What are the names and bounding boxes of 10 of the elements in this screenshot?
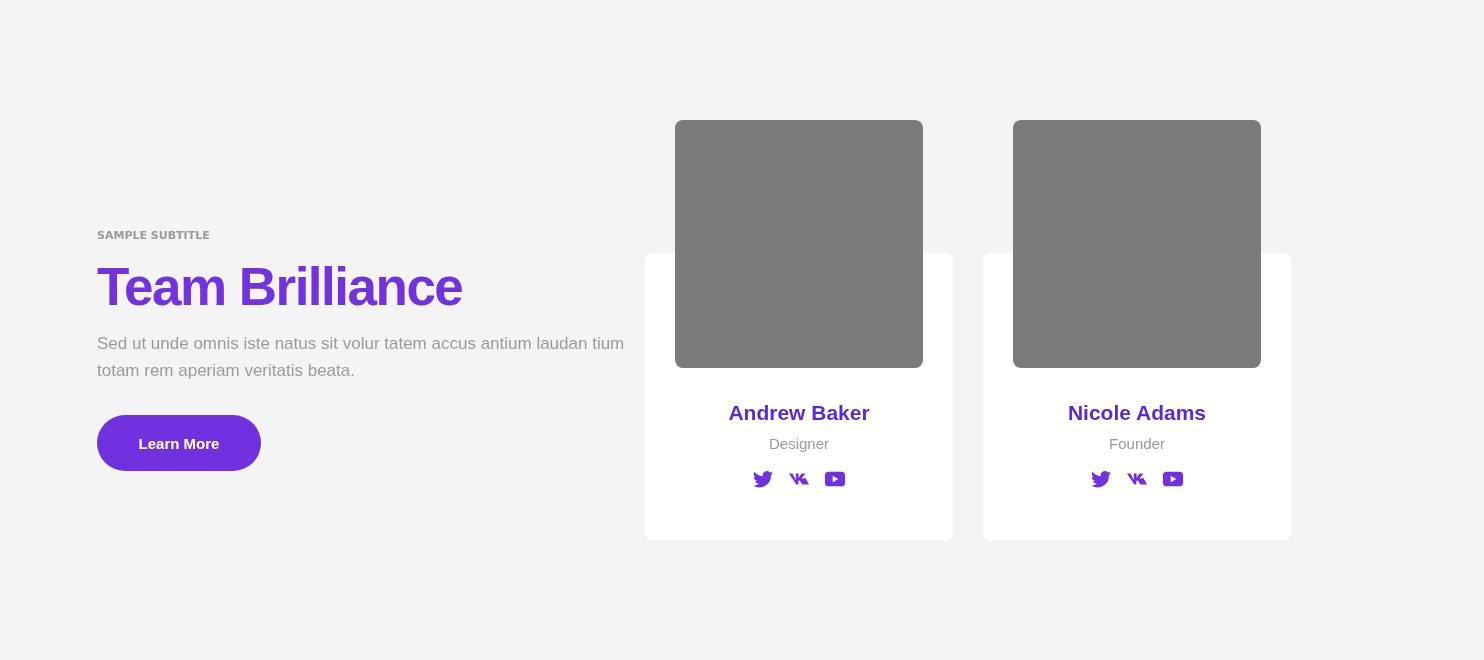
member-name: Andrew Baker <box>728 401 870 425</box>
member-role: Founder <box>1109 435 1165 452</box>
bird-icon[interactable] <box>1090 468 1112 490</box>
section-title: Team Brilliance <box>97 257 464 317</box>
bird-icon[interactable] <box>752 468 774 490</box>
member-role: Designer <box>769 435 829 452</box>
member-name: Nicole Adams <box>1067 401 1207 425</box>
section-description: Sed ut unde omnis iste natus sit volur tatem accus antium laudan tium totam rem aperiam veritatis beata. <box>97 333 626 383</box>
learn-more-button[interactable]: Learn More <box>97 415 261 472</box>
section-subtitle: SAMPLE SUBTITLE <box>97 228 211 242</box>
